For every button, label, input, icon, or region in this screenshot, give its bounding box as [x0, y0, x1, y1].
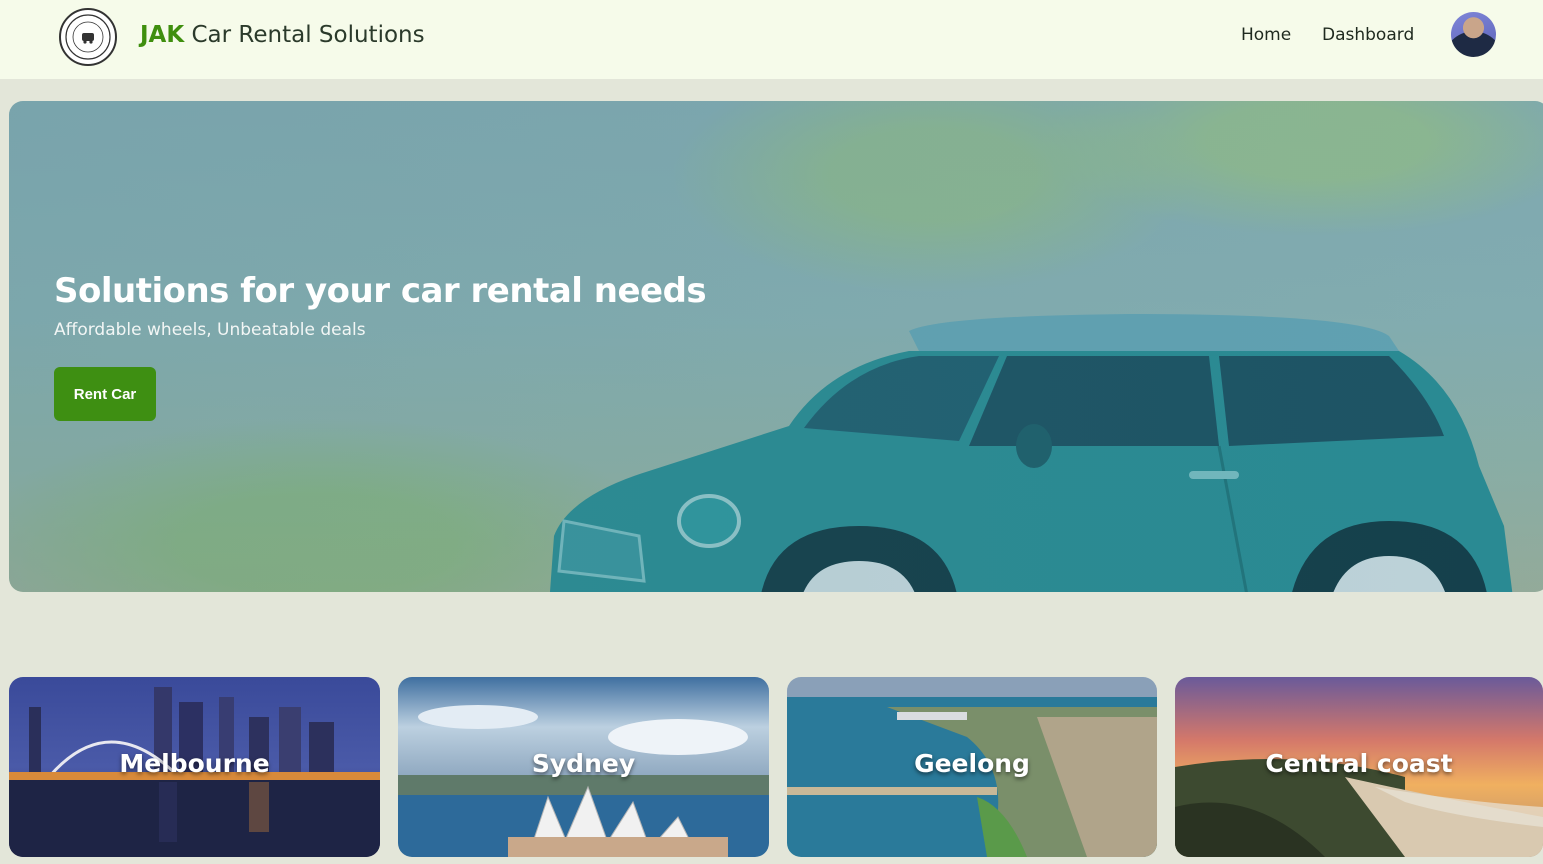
city-name: Melbourne: [119, 749, 270, 778]
rent-car-button[interactable]: Rent Car: [54, 367, 156, 421]
hero-title: Solutions for your car rental needs: [54, 271, 707, 311]
city-card-sydney[interactable]: Sydney: [398, 677, 769, 857]
hero-subtitle: Affordable wheels, Unbeatable deals: [54, 320, 366, 340]
brand-rest: Car Rental Solutions: [184, 22, 425, 48]
city-card-central-coast[interactable]: Central coast: [1175, 677, 1543, 857]
brand-accent: JAK: [140, 22, 185, 48]
user-avatar[interactable]: [1451, 12, 1496, 57]
nav-dashboard-link[interactable]: Dashboard: [1322, 25, 1414, 45]
city-name: Geelong: [914, 749, 1030, 778]
nav-home-link[interactable]: Home: [1241, 25, 1291, 45]
city-name: Sydney: [531, 749, 636, 778]
brand-name[interactable]: JAK Car Rental Solutions: [140, 22, 425, 48]
hero-overlay: [9, 101, 1543, 592]
hero-banner: Solutions for your car rental needs Affo…: [9, 101, 1543, 592]
site-header: JAK Car Rental Solutions Home Dashboard: [0, 0, 1543, 79]
city-card-geelong[interactable]: Geelong: [787, 677, 1157, 857]
logo-icon[interactable]: [59, 8, 117, 66]
city-card-melbourne[interactable]: Melbourne: [9, 677, 380, 857]
city-name: Central coast: [1265, 749, 1453, 778]
